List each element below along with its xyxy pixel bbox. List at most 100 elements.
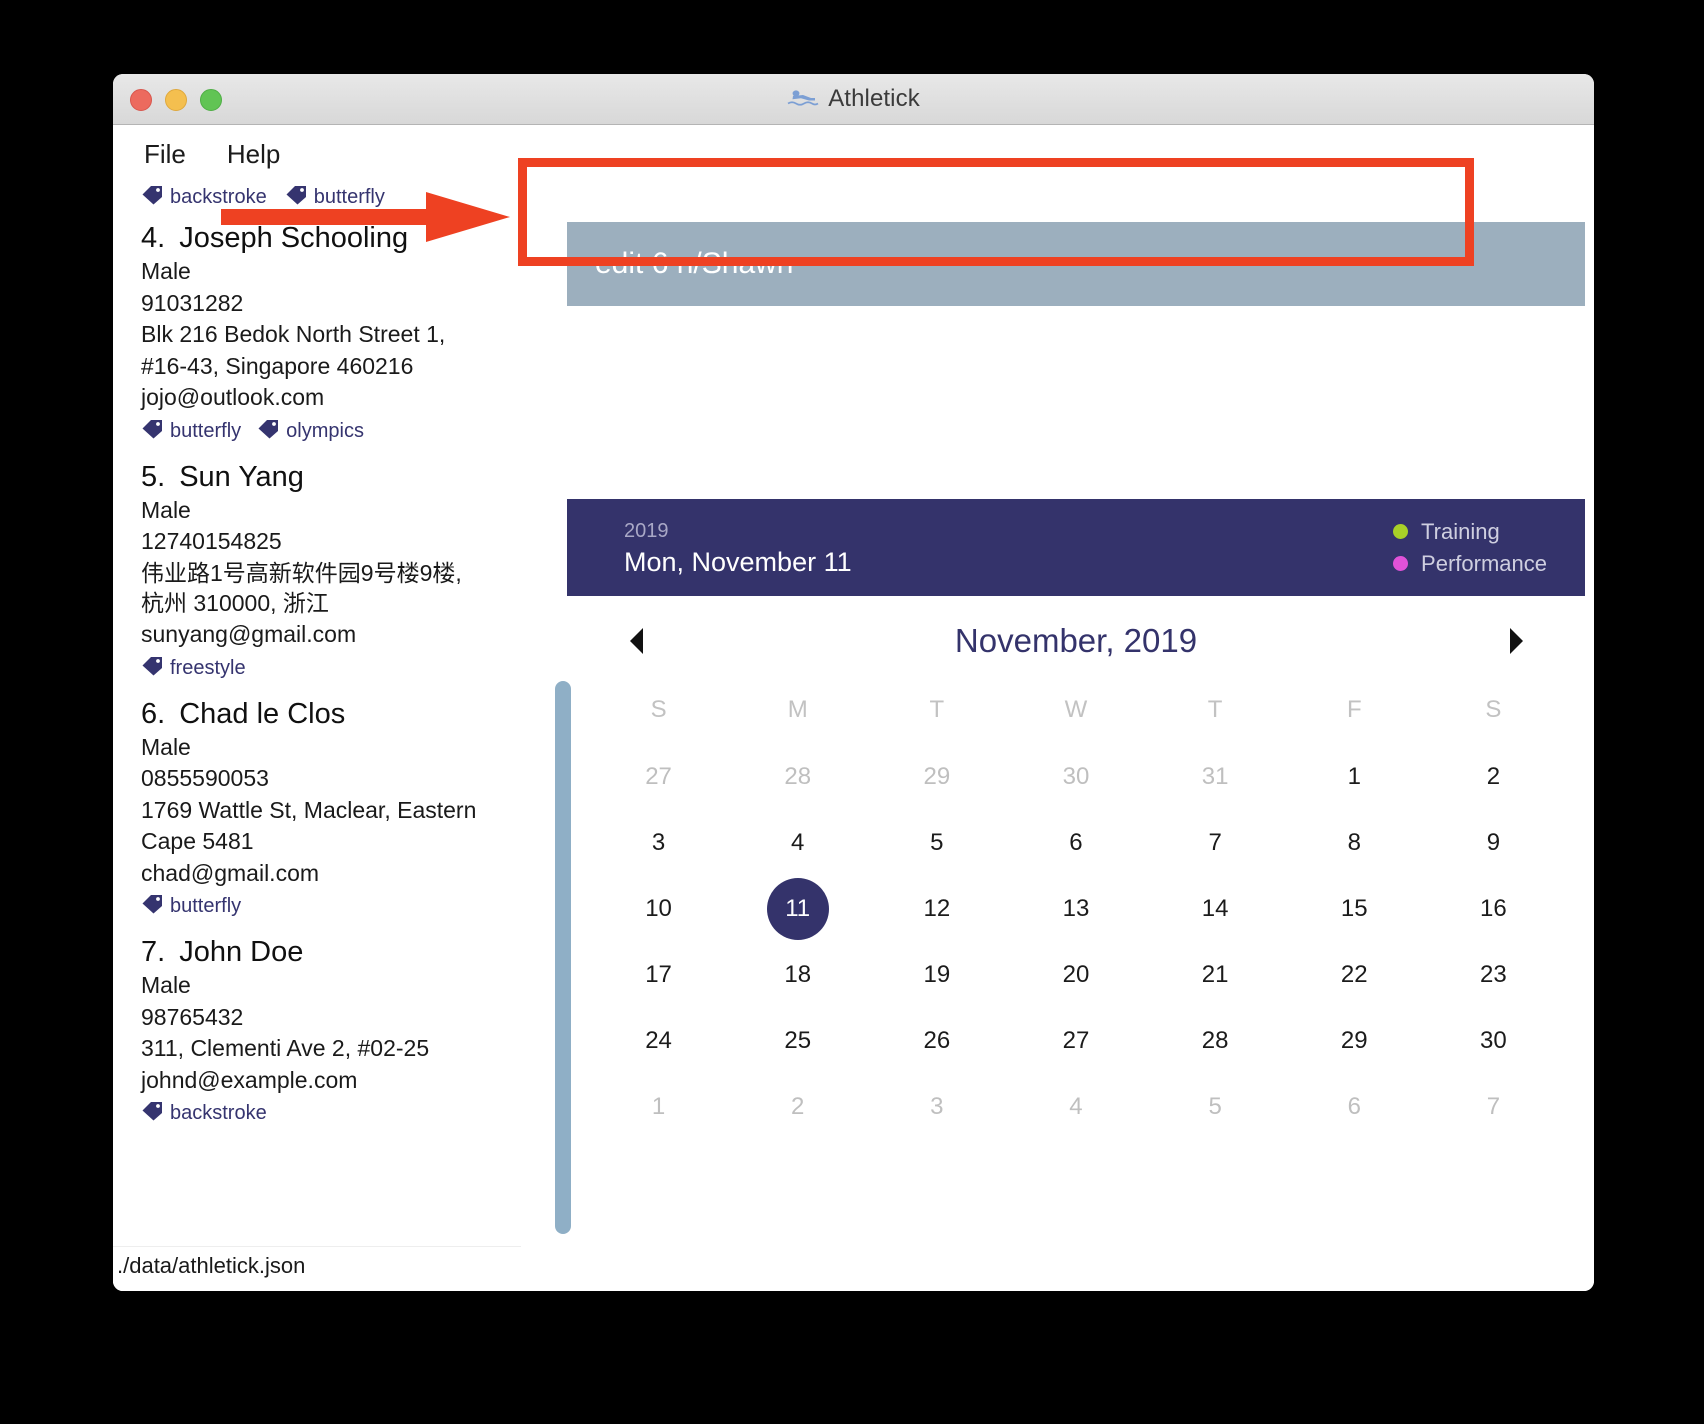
calendar-day-cell[interactable]: 28 — [1146, 1008, 1285, 1074]
menu-item-help[interactable]: Help — [227, 139, 280, 170]
calendar-day-cell[interactable]: 22 — [1285, 942, 1424, 1008]
calendar-day-cell[interactable]: 26 — [867, 1008, 1006, 1074]
calendar-day-cell[interactable]: 7 — [1424, 1074, 1563, 1140]
calendar-day-cell[interactable]: 8 — [1285, 810, 1424, 876]
person-tag-list: backstroke — [141, 1101, 521, 1126]
calendar-month-title: November, 2019 — [954, 622, 1198, 659]
calendar-day-cell[interactable]: 2 — [1424, 744, 1563, 810]
window-title: Athletick — [828, 85, 920, 112]
calendar-day-cell[interactable]: 20 — [1006, 942, 1145, 1008]
calendar-day-number: 2 — [791, 1093, 805, 1120]
calendar-day-cell[interactable]: 2 — [728, 1074, 867, 1140]
right-panel: edit 6 n/Shawn 2019 Mon, November 11 Tra… — [521, 125, 1594, 1291]
tag-icon — [141, 894, 163, 919]
calendar-day-number: 1 — [651, 1093, 666, 1120]
maximize-button[interactable] — [200, 88, 222, 111]
calendar-day-cell[interactable]: 10 — [589, 876, 728, 942]
tag-chip[interactable]: backstroke — [141, 1101, 267, 1126]
calendar-day-cell[interactable]: 27 — [589, 744, 728, 810]
calendar-day-cell[interactable]: 27 — [1006, 1008, 1145, 1074]
performance-dot-icon — [1393, 556, 1409, 571]
person-address-line1: 1769 Wattle St, Maclear, Eastern — [141, 796, 477, 823]
list-item[interactable]: 6. Chad le Clos Male 0855590053 1769 Wat… — [141, 698, 521, 920]
calendar-day-cell[interactable]: 7 — [1146, 810, 1285, 876]
previous-month-button[interactable] — [617, 618, 655, 664]
tag-chip[interactable]: backstroke — [141, 185, 267, 210]
calendar-day-cell[interactable]: 29 — [1285, 1008, 1424, 1074]
calendar-day-cell[interactable]: 5 — [1146, 1074, 1285, 1140]
calendar-day-cell[interactable]: 17 — [589, 942, 728, 1008]
calendar-day-number: 21 — [1201, 961, 1229, 988]
calendar-day-number: 30 — [1062, 763, 1090, 790]
calendar-day-number: 31 — [1201, 763, 1229, 790]
minimize-button[interactable] — [165, 88, 187, 111]
person-gender: Male — [141, 496, 191, 523]
list-item[interactable]: 4. Joseph Schooling Male 91031282 Blk 21… — [141, 222, 521, 444]
calendar-day-cell[interactable]: 19 — [867, 942, 1006, 1008]
calendar-day-cell[interactable]: 13 — [1006, 876, 1145, 942]
calendar-day-cell[interactable]: 16 — [1424, 876, 1563, 942]
calendar-day-number: 6 — [1347, 1093, 1361, 1120]
calendar-day-cell[interactable]: 5 — [867, 810, 1006, 876]
calendar-day-cell[interactable]: 18 — [728, 942, 867, 1008]
calendar-day-cell[interactable]: 6 — [1006, 810, 1145, 876]
calendar-day-cell[interactable]: 23 — [1424, 942, 1563, 1008]
calendar-day-cell[interactable]: 4 — [728, 810, 867, 876]
tag-icon — [141, 185, 163, 210]
calendar-day-cell[interactable]: 31 — [1146, 744, 1285, 810]
next-month-button[interactable] — [1497, 618, 1535, 664]
calendar-day-number: 29 — [923, 763, 951, 790]
tag-chip[interactable]: butterfly — [141, 894, 241, 919]
calendar-day-cell[interactable]: 1 — [589, 1074, 728, 1140]
calendar-day-cell[interactable]: 14 — [1146, 876, 1285, 942]
calendar-day-cell[interactable]: 4 — [1006, 1074, 1145, 1140]
tag-chip[interactable]: freestyle — [141, 656, 246, 681]
calendar-day-cell[interactable]: 30 — [1424, 1008, 1563, 1074]
calendar-day-cell[interactable]: 3 — [867, 1074, 1006, 1140]
close-button[interactable] — [130, 88, 152, 111]
calendar-day-number: 17 — [645, 961, 672, 988]
person-address-line1: Blk 216 Bedok North Street 1, — [141, 321, 446, 347]
calendar-day-cell[interactable]: 9 — [1424, 810, 1563, 876]
calendar-day-cell[interactable]: 30 — [1006, 744, 1145, 810]
calendar-day-cell[interactable]: 21 — [1146, 942, 1285, 1008]
command-input-value: edit 6 n/Shawn — [595, 247, 794, 280]
calendar-week-row: 27 28 29 30 31 1 2 — [589, 744, 1563, 810]
calendar-day-cell[interactable]: 15 — [1285, 876, 1424, 942]
calendar-day-cell-selected[interactable]: 11 — [728, 876, 867, 942]
calendar-day-number: 28 — [1201, 1027, 1229, 1054]
calendar-day-cell[interactable]: 25 — [728, 1008, 867, 1074]
person-address-line1: 伟业路1号高新软件园9号楼9楼, — [141, 559, 462, 586]
person-name: Chad le Clos — [179, 697, 346, 730]
calendar-day-cell[interactable]: 1 — [1285, 744, 1424, 810]
calendar-day-number: 9 — [1486, 829, 1501, 856]
tag-chip[interactable]: olympics — [257, 419, 364, 444]
person-name-row: 5. Sun Yang — [141, 461, 521, 494]
person-name-row: 4. Joseph Schooling — [141, 222, 521, 255]
person-tag-list: freestyle — [141, 656, 521, 681]
menu-bar: File Help — [113, 125, 521, 170]
day-header: F — [1346, 696, 1362, 723]
calendar-day-number: 20 — [1062, 961, 1090, 988]
person-gender: Male — [141, 733, 191, 760]
calendar-day-cell[interactable]: 12 — [867, 876, 1006, 942]
tag-chip[interactable]: butterfly — [141, 419, 241, 444]
swimmer-icon — [787, 86, 819, 113]
day-header: S — [650, 696, 667, 723]
calendar-day-number: 3 — [930, 1093, 944, 1120]
command-input[interactable]: edit 6 n/Shawn — [567, 222, 1585, 306]
person-email: johnd@example.com — [141, 1066, 358, 1093]
calendar-day-number: 25 — [784, 1027, 812, 1054]
calendar-week-row: 1 2 3 4 5 6 7 — [589, 1074, 1563, 1140]
tag-chip[interactable]: butterfly — [285, 185, 385, 210]
calendar-day-cell[interactable]: 6 — [1285, 1074, 1424, 1140]
tag-label: butterfly — [170, 419, 242, 442]
calendar-day-cell[interactable]: 28 — [728, 744, 867, 810]
list-item[interactable]: 7. John Doe Male 98765432 311, Clementi … — [141, 936, 521, 1126]
list-item[interactable]: 5. Sun Yang Male 12740154825 伟业路1号高新软件园9… — [141, 461, 521, 681]
calendar-day-cell[interactable]: 3 — [589, 810, 728, 876]
menu-item-file[interactable]: File — [144, 139, 186, 170]
calendar-day-cell[interactable]: 29 — [867, 744, 1006, 810]
calendar-day-cell[interactable]: 24 — [589, 1008, 728, 1074]
day-header: S — [1485, 696, 1502, 723]
